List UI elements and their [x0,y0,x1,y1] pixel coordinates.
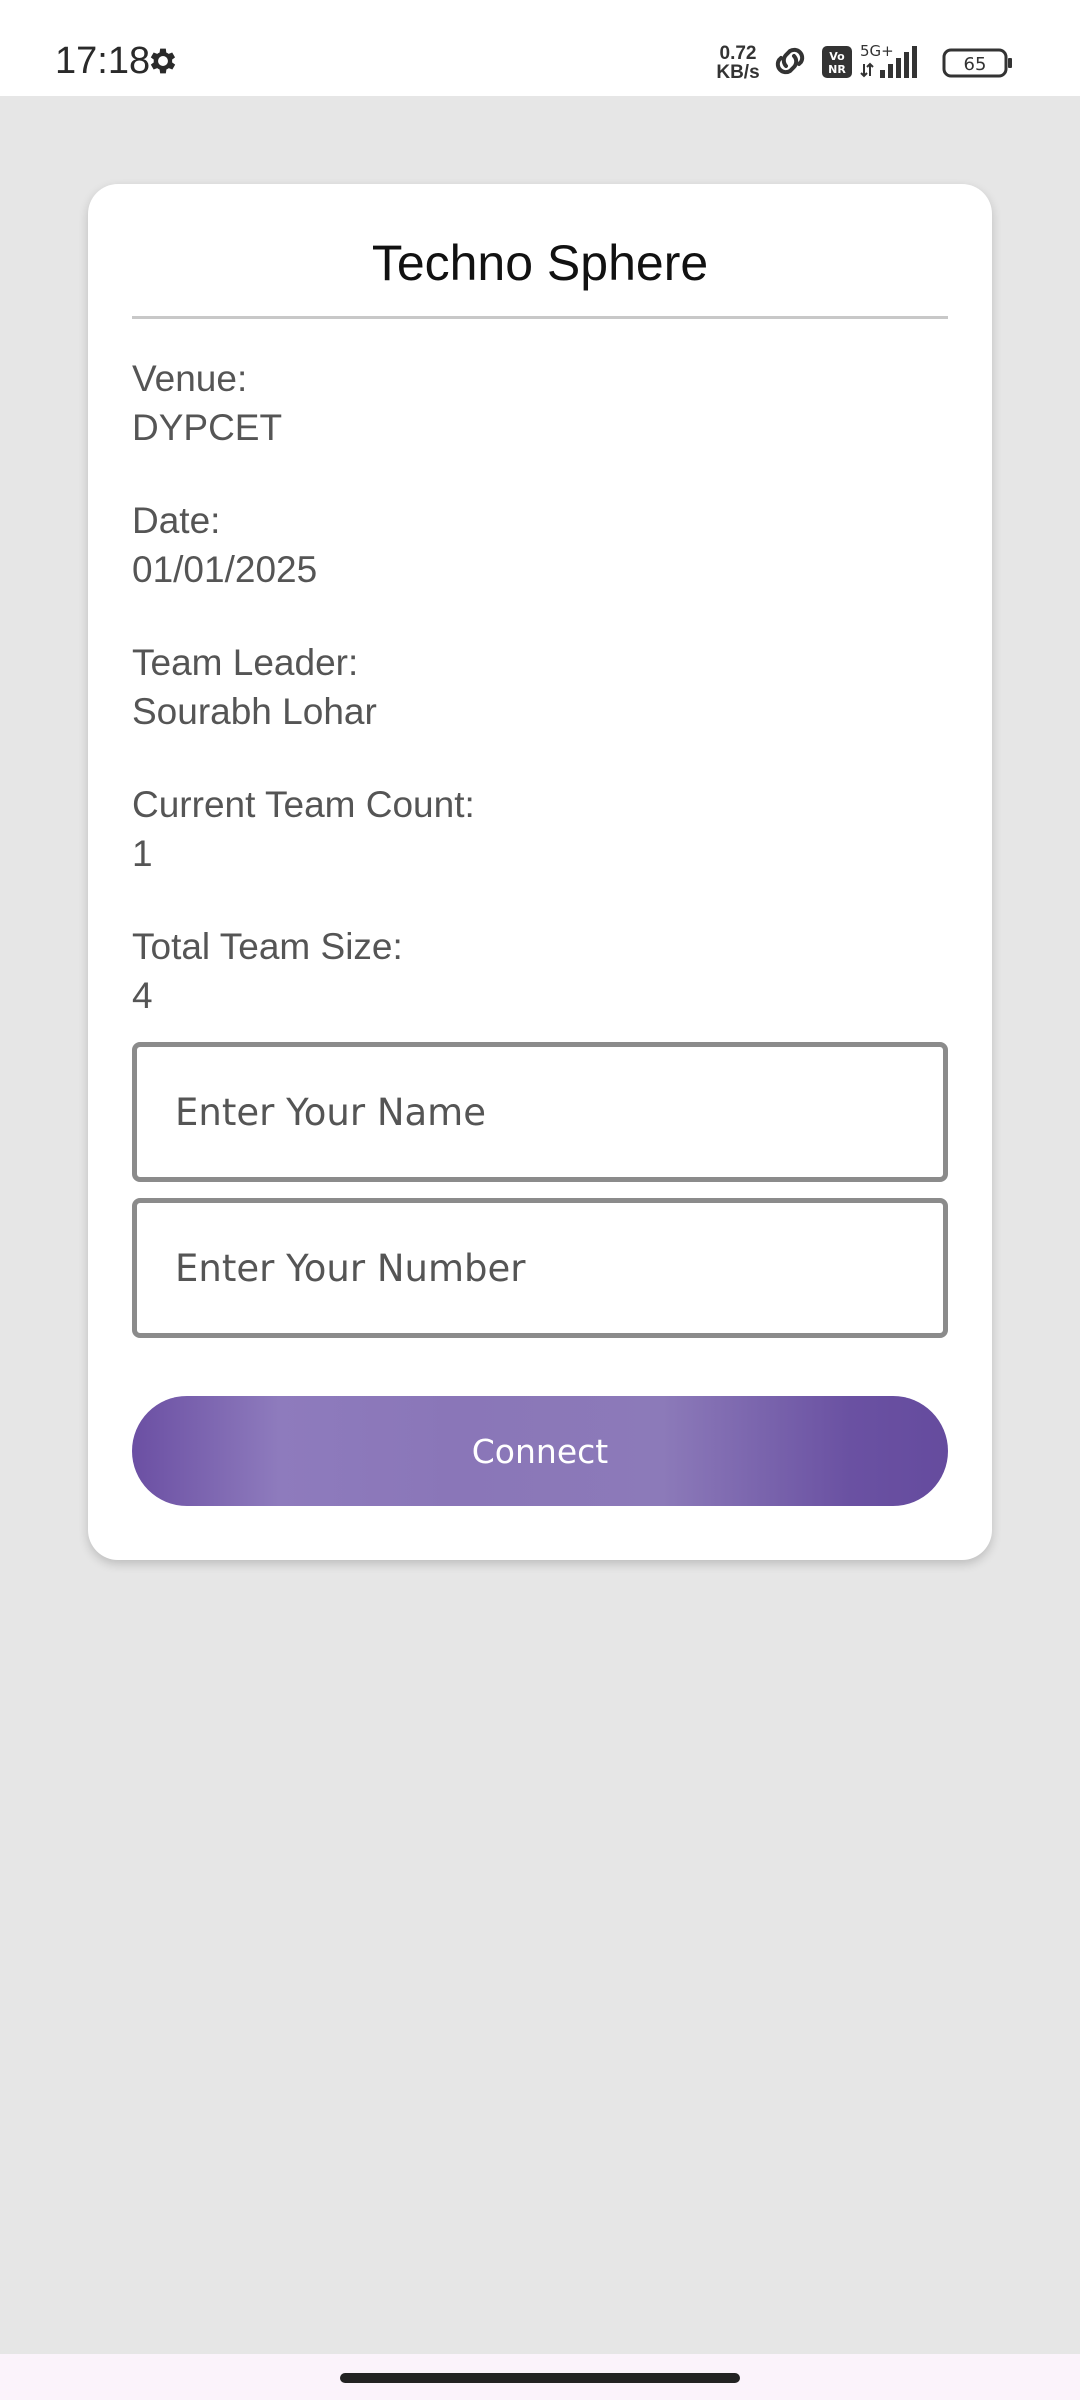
date-label: Date: [132,500,221,541]
team-size-label: Total Team Size: [132,926,403,967]
team-count-label: Current Team Count: [132,784,475,825]
team-leader-info: Team Leader: Sourabh Lohar [132,638,377,736]
navigation-bar [0,2354,1080,2400]
volte-icon: Vo NR [822,46,852,78]
battery-icon: 65 [942,48,1012,78]
team-count-info: Current Team Count: 1 [132,780,475,878]
home-indicator[interactable] [340,2373,740,2383]
gear-icon [150,48,176,74]
svg-text:NR: NR [828,63,846,76]
number-input[interactable] [132,1198,948,1338]
title-divider [132,316,948,319]
link-icon [775,47,805,75]
venue-label: Venue: [132,358,248,399]
signal-icon: 5G+ [860,42,917,78]
name-input[interactable] [132,1042,948,1182]
event-title: Techno Sphere [371,235,709,291]
team-leader-value: Sourabh Lohar [132,691,377,732]
event-card: Techno Sphere Venue: DYPCET Date: 01/01/… [88,184,992,1560]
team-size-info: Total Team Size: 4 [132,922,403,1020]
connect-button[interactable]: Connect [132,1396,948,1506]
date-info: Date: 01/01/2025 [132,496,317,594]
status-time: 17:18 [55,40,151,82]
net-speed-unit: KB/s [716,62,760,83]
venue-value: DYPCET [132,407,283,448]
team-size-value: 4 [132,975,153,1016]
team-count-value: 1 [132,833,153,874]
net-speed-value: 0.72 [719,43,757,64]
venue-info: Venue: DYPCET [132,354,282,452]
svg-text:Vo: Vo [829,50,845,63]
battery-level: 65 [964,54,987,75]
date-value: 01/01/2025 [132,549,318,590]
net-speed: 0.72 KB/s [714,44,762,82]
status-bar: 17:18 0.72 KB/s Vo NR 5G+ 65 [0,0,1080,96]
network-type: 5G+ [860,42,894,60]
team-leader-label: Team Leader: [132,642,359,683]
